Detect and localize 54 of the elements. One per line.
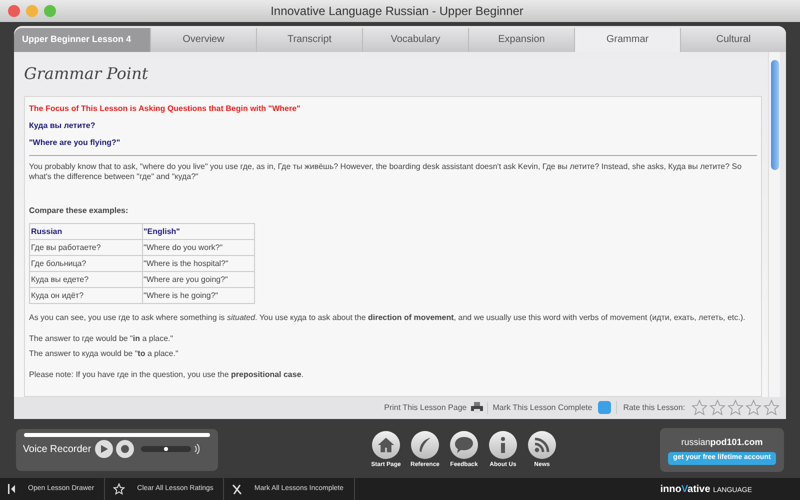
cross-icon	[232, 484, 242, 495]
site-name: russianpod101.com	[681, 436, 763, 449]
speech-bubble-icon	[454, 436, 474, 454]
minimize-button[interactable]	[26, 4, 38, 17]
body-paragraph: The answer to где would be "in a place."	[29, 332, 174, 345]
focus-phrase: Куда вы летите?	[29, 120, 96, 132]
rss-icon	[534, 436, 550, 453]
table-cell: Где вы работаете?	[30, 239, 142, 256]
close-button[interactable]	[8, 4, 20, 17]
play-icon	[100, 445, 108, 454]
rating-stars[interactable]	[691, 399, 780, 416]
table-cell: "Where are you going?"	[142, 271, 254, 288]
voice-recorder-label: Voice Recorder	[22, 442, 92, 457]
printer-icon	[470, 402, 483, 414]
tab[interactable]: Transcript	[256, 28, 362, 52]
drawer-icon	[8, 484, 16, 494]
mark-complete-button[interactable]: Mark This Lesson Complete	[488, 401, 618, 414]
checkbox[interactable]	[598, 401, 612, 414]
compare-heading: Compare these examples:	[29, 204, 130, 217]
table-cell: "Where is he going?"	[142, 287, 254, 304]
rate-label: Rate this Lesson:	[622, 402, 686, 414]
table-cell: "Where do you work?"	[142, 239, 254, 256]
intro-paragraph: You probably know that to ask, "where do you live" you use где, as in, Где ты живёшь? However, the boarding desk assistant doesn't ask Kevin, Где вы летите? Instead, she asks, Куда вы летите? So what's the difference between "где" and "куда?"	[29, 162, 743, 182]
body-paragraph: As you can see, you use где to ask where something is situated. You use куда to ask about the direction of movement, and we usually use this word with verbs of movement (идти, ехать, лететь, etc.).	[29, 312, 746, 324]
focus-title: The Focus of This Lesson is Asking Questions that Begin with "Where"	[29, 102, 302, 115]
record-button[interactable]	[116, 440, 134, 458]
tab[interactable]: Overview	[150, 28, 256, 52]
column-header: Russian	[30, 223, 142, 240]
table-cell: Куда он идёт?	[30, 287, 142, 304]
table-cell: Где больница?	[30, 255, 142, 272]
column-header: "English"	[142, 223, 254, 240]
tab[interactable]: Cultural	[680, 28, 786, 52]
focus-translation: "Where are you flying?"	[29, 136, 122, 149]
table-cell: Куда вы едете?	[30, 271, 142, 288]
home-icon	[377, 436, 395, 454]
print-button[interactable]: Print This Lesson Page	[384, 402, 488, 414]
tab[interactable]: Expansion	[468, 28, 574, 52]
volume-slider[interactable]	[141, 446, 191, 452]
scrollbar[interactable]	[768, 52, 780, 397]
table-cell: "Where is the hospital?"	[142, 255, 254, 272]
tab[interactable]: Vocabulary	[362, 28, 468, 52]
volume-icon	[194, 444, 200, 454]
info-icon	[498, 436, 508, 454]
page-title: Grammar Point	[24, 62, 150, 85]
lesson-label: Upper Beginner Lesson 4	[14, 28, 150, 52]
play-button[interactable]	[95, 440, 113, 458]
slider-thumb[interactable]	[164, 447, 168, 452]
star-icon	[113, 483, 126, 496]
zoom-button[interactable]	[44, 4, 56, 17]
tab[interactable]: Grammar	[574, 28, 680, 52]
body-paragraph: The answer to куда would be "to a place."	[29, 348, 180, 360]
record-icon	[121, 445, 129, 454]
body-paragraph: Please note: If you have где in the question, you use the prepositional case.	[29, 368, 305, 381]
window-title: Innovative Language Russian - Upper Beginner	[270, 2, 524, 20]
